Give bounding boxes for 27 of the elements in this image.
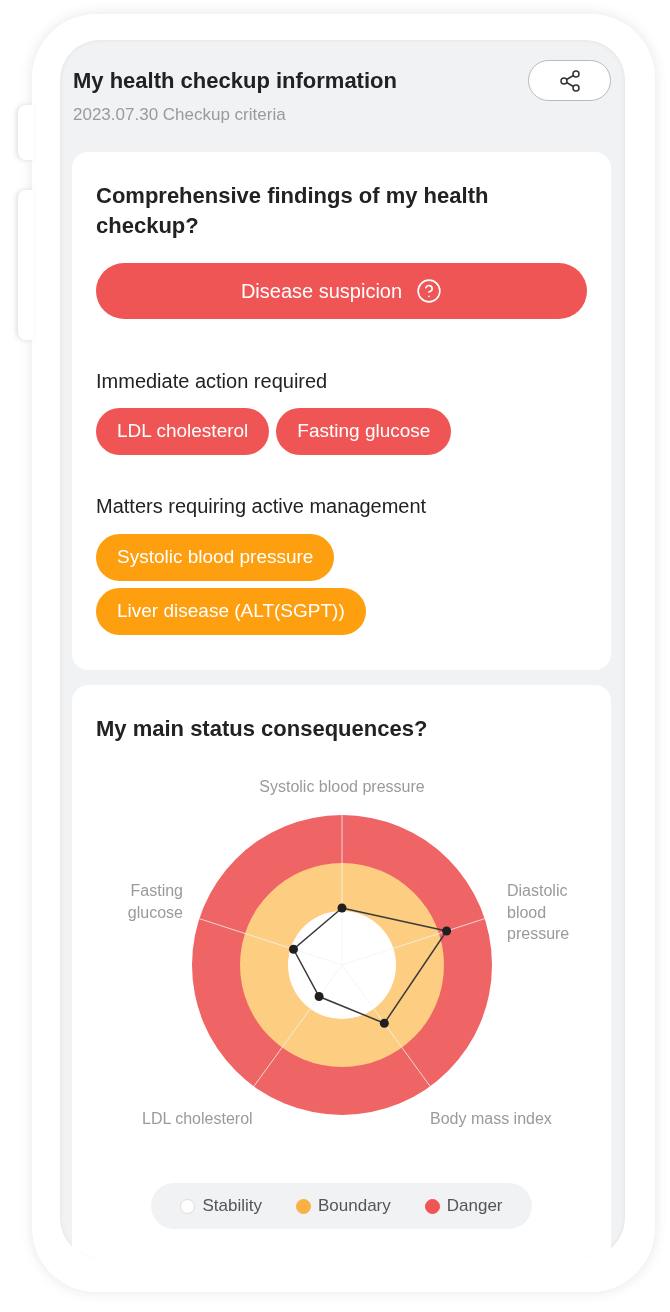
score-point xyxy=(442,926,452,936)
axis-label: Body mass index xyxy=(430,1109,552,1129)
finding-tag: Systolic blood pressure xyxy=(96,534,335,581)
score-point xyxy=(337,903,347,913)
page-title: My health checkup information xyxy=(72,67,397,95)
legend-label: Danger xyxy=(446,1195,503,1218)
axis-label: Fasting glucose xyxy=(126,881,183,923)
finding-tag: Liver disease (ALT(SGPT)) xyxy=(96,588,366,635)
section-heading: Matters requiring active management xyxy=(96,494,428,519)
score-point xyxy=(314,992,324,1002)
finding-tag: Fasting glucose xyxy=(276,408,452,455)
legend-label: Boundary xyxy=(318,1195,391,1218)
verdict-button[interactable]: Disease suspicion xyxy=(96,263,587,319)
axis-label: Systolic blood pressure xyxy=(259,777,425,797)
axis-label: LDL cholesterol xyxy=(142,1109,253,1129)
legend-label: Stability xyxy=(202,1195,262,1218)
finding-tag: LDL cholesterol xyxy=(96,408,270,455)
score-point xyxy=(379,1018,389,1028)
help-icon xyxy=(416,278,443,304)
axis-label: Diastolic blood pressure xyxy=(507,881,571,944)
share-icon xyxy=(557,68,582,93)
card-title: My main status consequences? xyxy=(95,715,429,743)
section-heading: Immediate action required xyxy=(96,369,329,394)
checkup-date-text: 2023.07.30 Checkup criteria xyxy=(72,104,287,126)
score-point xyxy=(289,944,298,954)
share-button[interactable] xyxy=(528,60,611,101)
card-title: Comprehensive findings of my health checkup? xyxy=(96,182,490,240)
